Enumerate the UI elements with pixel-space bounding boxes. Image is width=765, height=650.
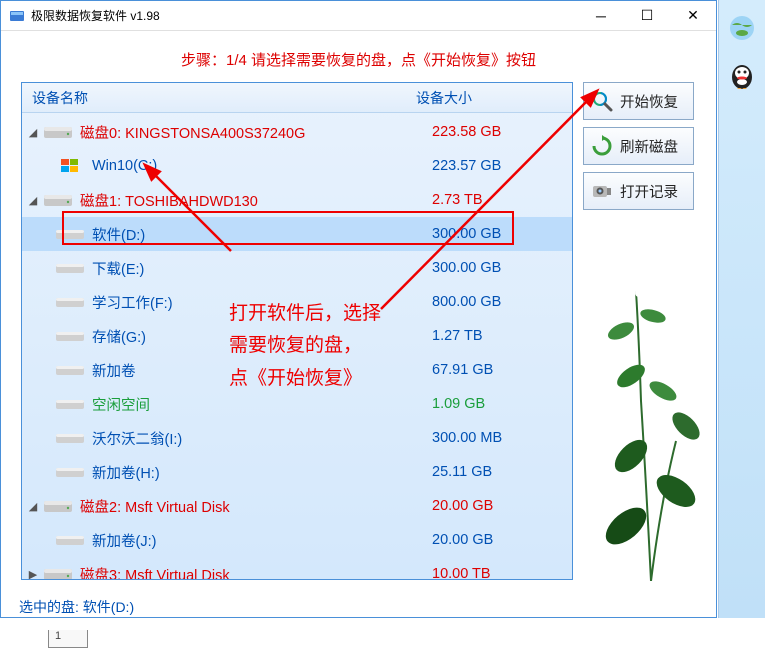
close-button[interactable]: ✕ — [670, 1, 716, 31]
step-banner: 步骤：1/4 请选择需要恢复的盘，点《开始恢复》按钮 — [1, 31, 716, 82]
volume-row[interactable]: 软件(D:)300.00 GB — [22, 217, 572, 251]
volume-row[interactable]: 沃尔沃二翁(I:)300.00 MB — [22, 421, 572, 455]
row-size: 1.09 GB — [432, 396, 572, 412]
window-controls: ─ ☐ ✕ — [578, 1, 716, 31]
disk-icon — [42, 122, 74, 142]
row-size: 20.00 GB — [432, 532, 572, 548]
expander-icon[interactable]: ▶ — [26, 568, 40, 580]
row-label: 学习工作(F:) — [92, 292, 432, 313]
row-size: 20.00 GB — [432, 498, 572, 514]
row-label: 空闲空间 — [92, 394, 432, 415]
header-name: 设备名称 — [22, 88, 412, 108]
row-label: 沃尔沃二翁(I:) — [92, 428, 432, 449]
row-size: 800.00 GB — [432, 294, 572, 310]
refresh-icon — [590, 134, 614, 158]
magnifier-icon — [590, 89, 614, 113]
row-size: 223.57 GB — [432, 158, 572, 174]
disk-row[interactable]: ◢ 磁盘1: TOSHIBAHDWD1302.73 TB — [22, 183, 572, 217]
row-size: 1.27 TB — [432, 328, 572, 344]
disk-icon — [42, 496, 74, 516]
app-window: 极限数据恢复软件 v1.98 ─ ☐ ✕ 步骤：1/4 请选择需要恢复的盘，点《… — [0, 0, 717, 618]
row-label: 磁盘0: KINGSTONSA400S37240G — [80, 122, 432, 143]
maximize-button[interactable]: ☐ — [624, 1, 670, 31]
volume-row[interactable]: Win10(C:)223.57 GB — [22, 149, 572, 183]
side-buttons: 开始恢复 刷新磁盘 打开记录 — [583, 82, 694, 580]
minimize-button[interactable]: ─ — [578, 1, 624, 31]
row-size: 300.00 GB — [432, 226, 572, 242]
disk-row[interactable]: ▶ 磁盘3: Msft Virtual Disk10.00 TB — [22, 557, 572, 579]
volume-icon — [54, 462, 86, 482]
row-size: 300.00 GB — [432, 260, 572, 276]
volume-icon — [54, 428, 86, 448]
volume-row[interactable]: 新加卷67.91 GB — [22, 353, 572, 387]
volume-row[interactable]: 空闲空间1.09 GB — [22, 387, 572, 421]
header-size: 设备大小 — [412, 88, 572, 108]
titlebar: 极限数据恢复软件 v1.98 ─ ☐ ✕ — [1, 1, 716, 31]
row-label: 存储(G:) — [92, 326, 432, 347]
windows-icon — [54, 156, 86, 176]
row-size: 10.00 TB — [432, 566, 572, 579]
start-recovery-button[interactable]: 开始恢复 — [583, 82, 694, 120]
row-label: 磁盘3: Msft Virtual Disk — [80, 564, 432, 580]
camera-icon — [590, 179, 614, 203]
disk-row[interactable]: ◢ 磁盘2: Msft Virtual Disk20.00 GB — [22, 489, 572, 523]
row-size: 2.73 TB — [432, 192, 572, 208]
sidebar-qq-icon[interactable] — [722, 56, 762, 96]
row-size: 300.00 MB — [432, 430, 572, 446]
volume-row[interactable]: 新加卷(H:)25.11 GB — [22, 455, 572, 489]
open-record-label: 打开记录 — [620, 181, 678, 202]
volume-icon — [54, 258, 86, 278]
open-record-button[interactable]: 打开记录 — [583, 172, 694, 210]
refresh-disk-label: 刷新磁盘 — [620, 136, 678, 157]
volume-icon — [54, 394, 86, 414]
content-area: 设备名称 设备大小 ◢ 磁盘0: KINGSTONSA400S37240G223.… — [1, 82, 716, 580]
row-label: 磁盘2: Msft Virtual Disk — [80, 496, 432, 517]
window-title: 极限数据恢复软件 v1.98 — [31, 7, 578, 24]
volume-row[interactable]: 新加卷(J:)20.00 GB — [22, 523, 572, 557]
row-size: 25.11 GB — [432, 464, 572, 480]
row-label: 软件(D:) — [92, 224, 432, 245]
device-panel: 设备名称 设备大小 ◢ 磁盘0: KINGSTONSA400S37240G223.… — [21, 82, 573, 580]
volume-row[interactable]: 存储(G:)1.27 TB — [22, 319, 572, 353]
volume-row[interactable]: 学习工作(F:)800.00 GB — [22, 285, 572, 319]
right-sidebar — [718, 0, 765, 618]
refresh-disk-button[interactable]: 刷新磁盘 — [583, 127, 694, 165]
row-size: 223.58 GB — [432, 124, 572, 140]
volume-icon — [54, 530, 86, 550]
expander-icon[interactable]: ◢ — [26, 500, 40, 513]
table-header: 设备名称 设备大小 — [22, 83, 572, 113]
start-recovery-label: 开始恢复 — [620, 91, 678, 112]
expander-icon[interactable]: ◢ — [26, 126, 40, 139]
row-label: 磁盘1: TOSHIBAHDWD130 — [80, 190, 432, 211]
bottom-tab[interactable]: 1 — [48, 630, 88, 648]
volume-icon — [54, 360, 86, 380]
row-label: 新加卷(H:) — [92, 462, 432, 483]
app-icon — [9, 8, 25, 24]
volume-icon — [54, 326, 86, 346]
sidebar-globe-icon[interactable] — [722, 8, 762, 48]
row-size: 67.91 GB — [432, 362, 572, 378]
status-bar: 选中的盘: 软件(D:) — [1, 595, 716, 617]
disk-icon — [42, 564, 74, 579]
volume-icon — [54, 292, 86, 312]
device-tree[interactable]: ◢ 磁盘0: KINGSTONSA400S37240G223.58 GB Win10… — [22, 113, 572, 579]
row-label: 新加卷(J:) — [92, 530, 432, 551]
row-label: 下载(E:) — [92, 258, 432, 279]
volume-row[interactable]: 下载(E:)300.00 GB — [22, 251, 572, 285]
disk-icon — [42, 190, 74, 210]
row-label: Win10(C:) — [92, 158, 432, 174]
expander-icon[interactable]: ◢ — [26, 194, 40, 207]
disk-row[interactable]: ◢ 磁盘0: KINGSTONSA400S37240G223.58 GB — [22, 115, 572, 149]
row-label: 新加卷 — [92, 360, 432, 381]
volume-icon — [54, 224, 86, 244]
